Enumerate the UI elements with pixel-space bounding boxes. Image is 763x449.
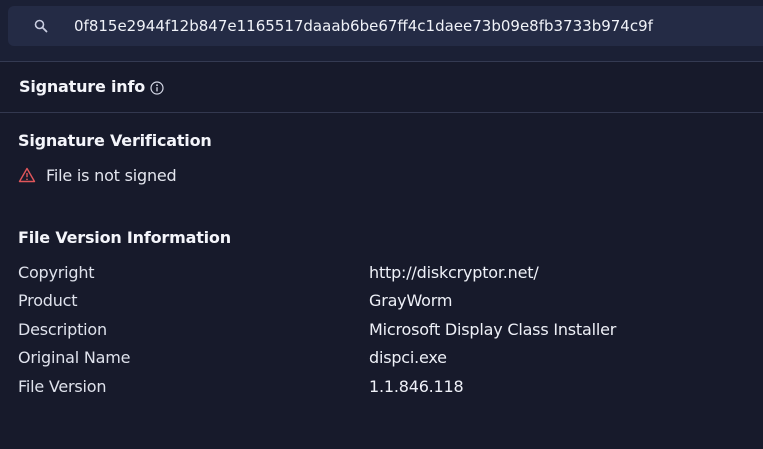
field-label: File Version <box>18 377 107 396</box>
signature-panel: Signature info Signature Verification Fi… <box>0 62 763 449</box>
table-row: File Version 1.1.846.118 <box>0 377 763 399</box>
field-value: http://diskcryptor.net/ <box>369 263 539 282</box>
top-bar <box>0 0 763 62</box>
file-version-heading: File Version Information <box>18 228 231 247</box>
table-row: Product GrayWorm <box>0 291 763 313</box>
search-icon[interactable] <box>34 19 48 33</box>
field-value: 1.1.846.118 <box>369 377 464 396</box>
table-row: Original Name dispci.exe <box>0 348 763 370</box>
field-label: Description <box>18 320 107 339</box>
field-value: GrayWorm <box>369 291 453 310</box>
field-label: Copyright <box>18 263 95 282</box>
warning-icon <box>18 167 36 183</box>
field-label: Original Name <box>18 348 131 367</box>
section-title: Signature info <box>19 77 146 96</box>
field-value: Microsoft Display Class Installer <box>369 320 617 339</box>
table-row: Description Microsoft Display Class Inst… <box>0 320 763 342</box>
field-value: dispci.exe <box>369 348 447 367</box>
search-input[interactable] <box>74 14 754 38</box>
info-icon[interactable] <box>150 81 164 95</box>
signature-info-header: Signature info <box>0 62 763 113</box>
table-row: Copyright http://diskcryptor.net/ <box>0 263 763 285</box>
signature-status-text: File is not signed <box>46 166 177 185</box>
field-label: Product <box>18 291 78 310</box>
search-bar[interactable] <box>8 6 763 46</box>
signature-verification-heading: Signature Verification <box>18 131 212 150</box>
